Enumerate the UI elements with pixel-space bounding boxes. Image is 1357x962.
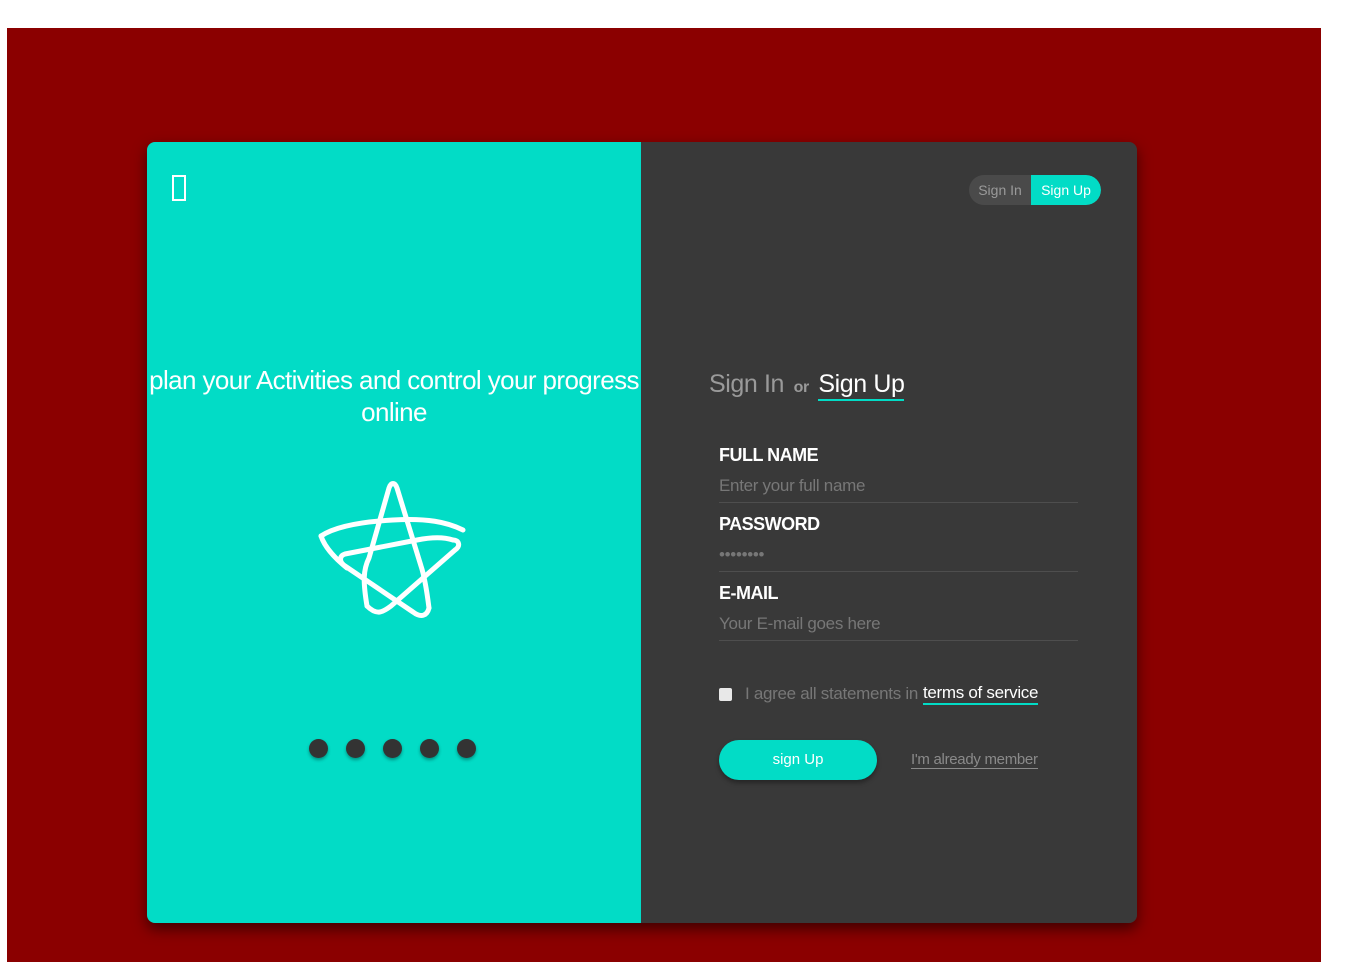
terms-checkbox[interactable] <box>719 687 732 701</box>
full-name-field: FULL NAME <box>719 445 1078 503</box>
full-name-input[interactable] <box>719 473 1078 499</box>
terms-link[interactable]: terms of service <box>922 683 1038 705</box>
carousel-dot[interactable] <box>309 739 328 758</box>
left-panel: plan your Activities and control your pr… <box>147 142 641 923</box>
title-sign-in-link[interactable]: Sign In <box>709 370 784 398</box>
page-background: plan your Activities and control your pr… <box>7 28 1321 962</box>
email-label: E-MAIL <box>719 583 779 603</box>
full-name-label: FULL NAME <box>719 445 819 465</box>
sign-up-button[interactable]: sign Up <box>719 740 877 780</box>
carousel-dot[interactable] <box>420 739 439 758</box>
password-label: PASSWORD <box>719 514 820 534</box>
carousel-dot[interactable] <box>457 739 476 758</box>
agree-text: I agree all statements in <box>745 684 918 703</box>
star-icon <box>318 481 466 618</box>
terms-agreement: I agree all statements in terms of servi… <box>719 683 1038 705</box>
logo-icon <box>172 175 186 201</box>
toggle-sign-up[interactable]: Sign Up <box>1031 175 1101 205</box>
carousel-dot[interactable] <box>383 739 402 758</box>
right-panel: Sign In Sign Up Sign In or Sign Up FULL … <box>641 142 1137 923</box>
password-input[interactable] <box>719 542 1078 568</box>
email-input[interactable] <box>719 611 1078 637</box>
password-field: PASSWORD <box>719 514 1078 572</box>
tagline: plan your Activities and control your pr… <box>149 365 639 427</box>
auth-card: plan your Activities and control your pr… <box>147 142 1137 923</box>
toggle-sign-in[interactable]: Sign In <box>969 175 1031 205</box>
auth-mode-toggle: Sign In Sign Up <box>969 175 1101 205</box>
already-member-link[interactable]: I'm already member <box>911 751 1038 769</box>
email-field: E-MAIL <box>719 583 1078 641</box>
title-or: or <box>793 379 810 396</box>
carousel-dot[interactable] <box>346 739 365 758</box>
form-title: Sign In or Sign Up <box>709 370 905 401</box>
carousel-dots <box>309 739 476 758</box>
title-sign-up-link[interactable]: Sign Up <box>818 370 905 401</box>
